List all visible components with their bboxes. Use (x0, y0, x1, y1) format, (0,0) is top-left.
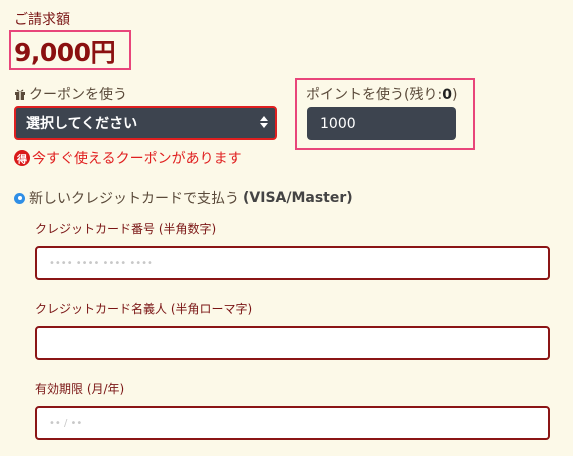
expiry-input[interactable] (35, 406, 550, 440)
new-card-option[interactable]: 新しいクレジットカードで支払う (VISA/Master) (14, 188, 353, 208)
select-arrows-icon (260, 116, 268, 128)
points-remaining: 0 (442, 87, 452, 103)
billing-amount: 9,000円 (14, 38, 116, 67)
radio-selected-icon[interactable] (14, 192, 25, 204)
toku-badge-icon: 得 (14, 150, 30, 166)
gift-icon (14, 88, 26, 100)
coupon-notice: 得 今すぐ使えるクーポンがあります (14, 148, 242, 168)
points-label: ポイントを使う(残り:0) (306, 84, 457, 104)
coupon-select-value: 選択してください (26, 116, 138, 132)
coupon-label: クーポンを使う (14, 84, 127, 104)
coupon-notice-text: 今すぐ使えるクーポンがあります (32, 151, 242, 167)
new-card-option-text: 新しいクレジットカードで支払う (29, 191, 239, 207)
points-input[interactable] (307, 107, 456, 140)
new-card-option-brands: (VISA/Master) (243, 190, 353, 206)
card-name-input[interactable] (35, 326, 550, 360)
expiry-label: 有効期限 (月/年) (35, 382, 125, 396)
card-number-label: クレジットカード番号 (半角数字) (35, 222, 217, 236)
coupon-label-text: クーポンを使う (29, 87, 127, 103)
coupon-select[interactable]: 選択してください (14, 106, 277, 140)
card-name-label: クレジットカード名義人 (半角ローマ字) (35, 302, 253, 316)
points-label-prefix: ポイントを使う(残り: (306, 87, 443, 103)
points-label-suffix: ) (451, 87, 458, 103)
card-number-input[interactable] (35, 246, 550, 280)
billing-label: ご請求額 (14, 12, 70, 28)
